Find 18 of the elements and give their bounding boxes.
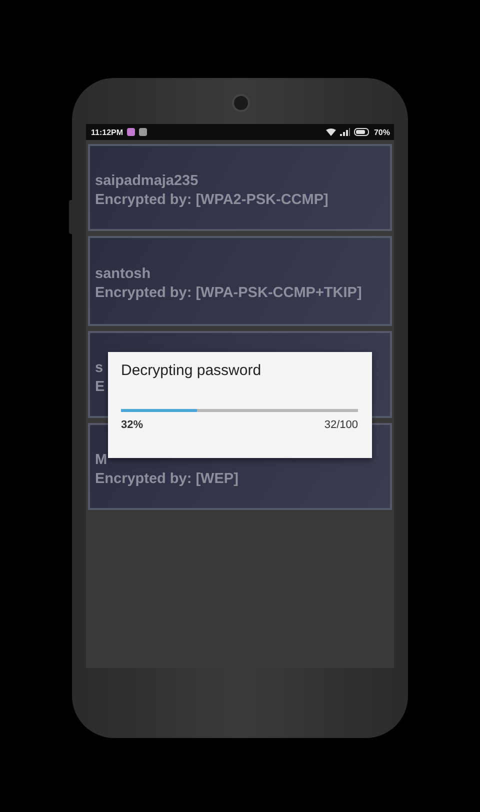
network-card[interactable]: saipadmaja235 Encrypted by: [WPA2-PSK-CCMP]	[88, 144, 392, 231]
encryption-label: Encrypted by: [WEP]	[95, 470, 238, 488]
dialog-title: Decrypting password	[121, 362, 262, 379]
network-name: s	[95, 358, 104, 378]
wifi-icon	[326, 128, 336, 136]
network-name: M	[95, 450, 108, 470]
side-key-icon	[69, 200, 72, 234]
status-time: 11:12PM	[91, 128, 124, 136]
encryption-label: E	[95, 378, 105, 396]
encryption-label: Encrypted by: [WPA2-PSK-CCMP]	[95, 190, 328, 210]
network-name: saipadmaja235	[95, 172, 198, 190]
network-name: santosh	[95, 265, 151, 284]
network-card[interactable]: santosh Encrypted by: [WPA-PSK-CCMP+TKIP]	[88, 236, 392, 326]
encryption-label: Encrypted by: [WPA-PSK-CCMP+TKIP]	[95, 284, 362, 303]
battery-percent: 70%	[374, 128, 390, 136]
battery-icon	[354, 128, 370, 136]
signal-icon	[340, 128, 350, 136]
camera-icon	[232, 94, 250, 112]
